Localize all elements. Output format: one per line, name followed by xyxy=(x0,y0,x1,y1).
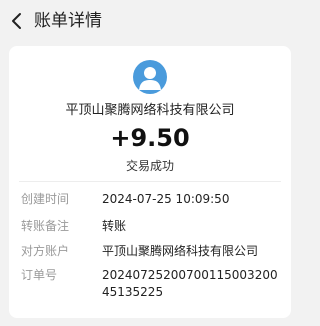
transaction-status: 交易成功 xyxy=(125,159,174,173)
divider xyxy=(19,181,281,182)
detail-label: 转账备注 xyxy=(21,219,70,233)
chevron-left-icon xyxy=(12,13,21,29)
detail-value: 转账 xyxy=(102,219,127,233)
detail-label: 订单号 xyxy=(21,268,58,282)
page-title: 账单详情 xyxy=(34,11,102,31)
top-bar: 账单详情 xyxy=(0,0,300,44)
detail-value[interactable]: 2024072520070011500320045135225 xyxy=(102,267,282,301)
bill-detail-card: 平顶山聚腾网络科技有限公司 +9.50 交易成功 创建时间 2024-07-25… xyxy=(9,46,291,318)
back-button[interactable] xyxy=(6,10,28,32)
detail-value: 2024-07-25 10:09:50 xyxy=(102,192,230,206)
transaction-amount: +9.50 xyxy=(110,124,190,152)
user-avatar-icon xyxy=(133,60,167,94)
detail-value: 平顶山聚腾网络科技有限公司 xyxy=(102,244,259,258)
merchant-name: 平顶山聚腾网络科技有限公司 xyxy=(65,103,235,118)
detail-label: 对方账户 xyxy=(21,244,70,258)
detail-label: 创建时间 xyxy=(21,192,70,206)
